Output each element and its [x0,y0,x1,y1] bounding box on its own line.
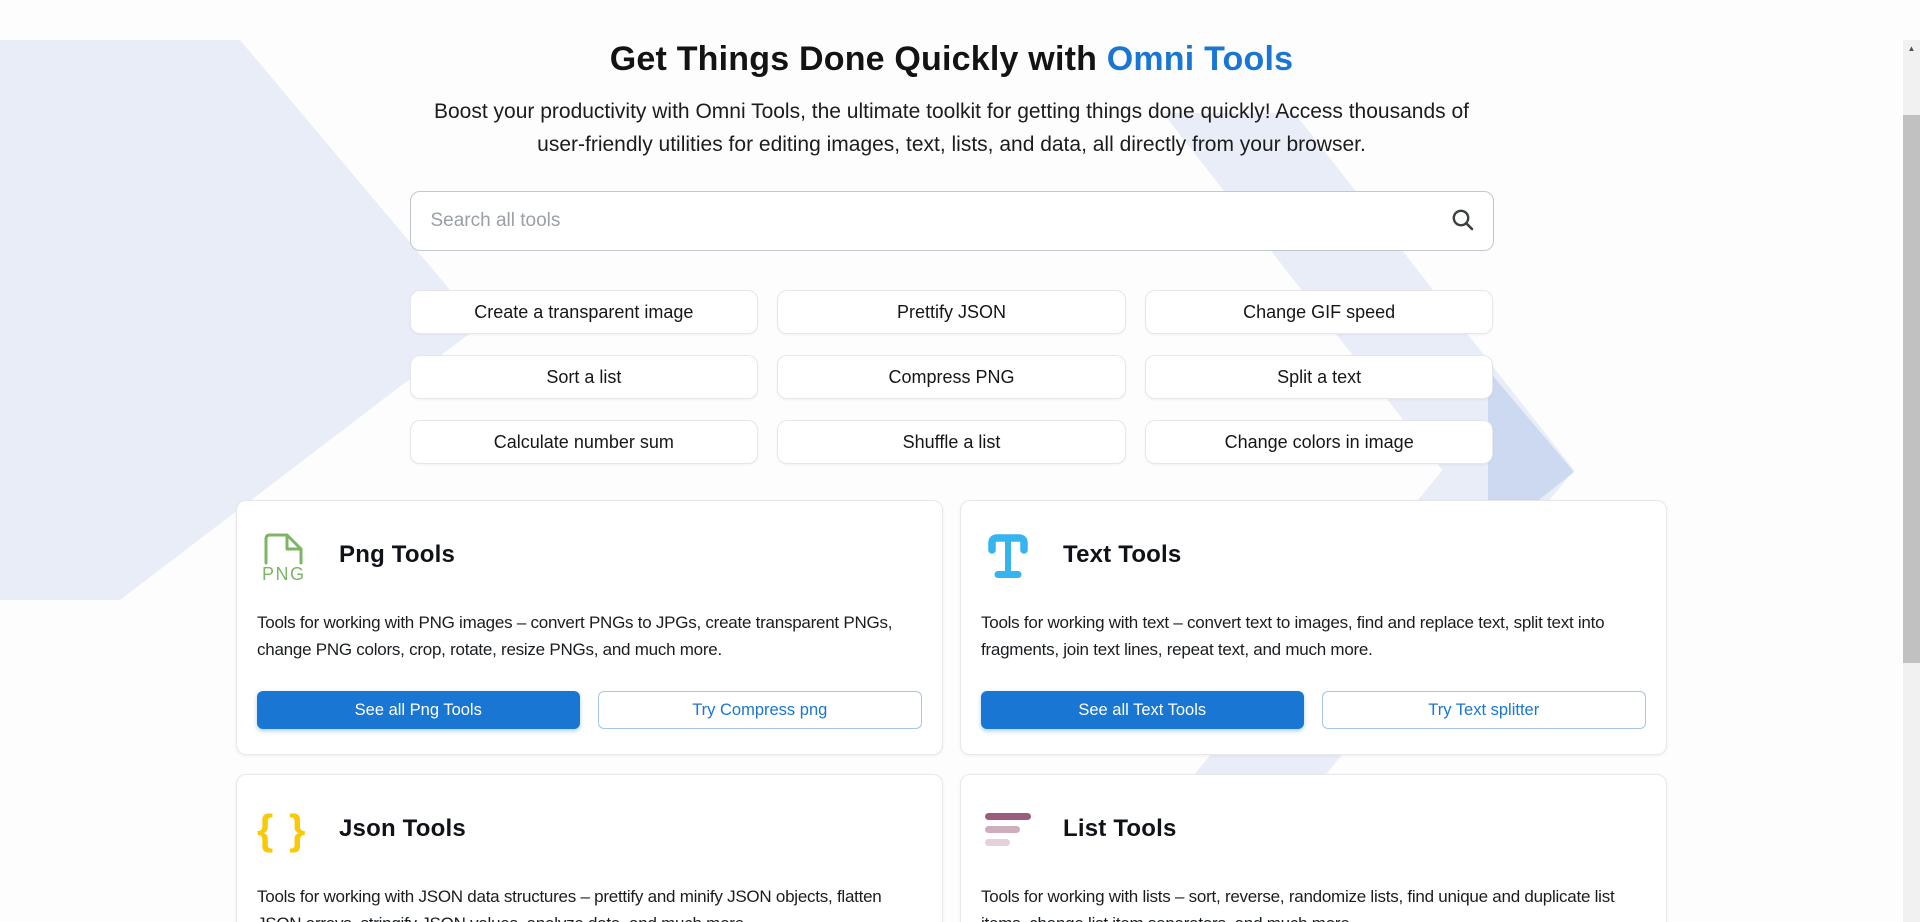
card-actions: See all Text Tools Try Text splitter [981,691,1646,729]
card-description: Tools for working with JSON data structu… [257,883,922,922]
see-all-png-tools-button[interactable]: See all Png Tools [257,691,580,729]
page-title-text: Get Things Done Quickly with [610,40,1107,78]
page-title: Get Things Done Quickly with Omni Tools [0,40,1903,79]
card-description: Tools for working with text – convert te… [981,609,1646,663]
card-actions: See all Png Tools Try Compress png [257,691,922,729]
card-header: PNG Png Tools [257,527,922,583]
quick-actions-grid: Create a transparent image Prettify JSON… [410,290,1494,464]
card-title: List Tools [1063,815,1177,843]
svg-text:}: } [289,806,305,853]
card-json-tools: { } Json Tools Tools for working with JS… [236,774,943,922]
png-file-icon: PNG [257,527,311,583]
card-title: Text Tools [1063,541,1181,569]
card-list-tools: List Tools Tools for working with lists … [960,774,1667,922]
scrollbar[interactable]: ▲ ▼ [1903,40,1920,922]
tool-category-cards: PNG Png Tools Tools for working with PNG… [236,500,1667,922]
brand-link[interactable]: Omni Tools [1107,40,1293,78]
quick-action-split-a-text[interactable]: Split a text [1145,355,1494,399]
card-title: Png Tools [339,541,455,569]
search-button[interactable] [1448,206,1478,236]
quick-action-sort-a-list[interactable]: Sort a list [410,355,759,399]
text-letter-icon [981,527,1035,583]
card-description: Tools for working with lists – sort, rev… [981,883,1646,922]
curly-braces-icon: { } [257,801,311,857]
search-input[interactable] [410,191,1494,251]
try-compress-png-button[interactable]: Try Compress png [598,691,923,729]
card-header: Text Tools [981,527,1646,583]
card-header: { } Json Tools [257,801,922,857]
search-bar [410,191,1494,251]
try-text-splitter-button[interactable]: Try Text splitter [1322,691,1647,729]
svg-text:{: { [257,806,273,853]
list-lines-icon [981,801,1035,857]
card-header: List Tools [981,801,1646,857]
search-icon [1450,207,1476,236]
page-content: Get Things Done Quickly with Omni Tools … [0,40,1903,922]
card-description: Tools for working with PNG images – conv… [257,609,922,663]
scroll-up-button[interactable]: ▲ [1903,40,1920,57]
quick-action-create-transparent-image[interactable]: Create a transparent image [410,290,759,334]
svg-text:PNG: PNG [262,564,306,582]
quick-action-calculate-number-sum[interactable]: Calculate number sum [410,420,759,464]
card-text-tools: Text Tools Tools for working with text –… [960,500,1667,755]
quick-action-compress-png[interactable]: Compress PNG [777,355,1126,399]
see-all-text-tools-button[interactable]: See all Text Tools [981,691,1304,729]
hero-subtitle: Boost your productivity with Omni Tools,… [422,95,1482,161]
scrollbar-thumb[interactable] [1903,115,1920,663]
card-title: Json Tools [339,815,466,843]
quick-action-change-colors-in-image[interactable]: Change colors in image [1145,420,1494,464]
card-png-tools: PNG Png Tools Tools for working with PNG… [236,500,943,755]
quick-action-shuffle-a-list[interactable]: Shuffle a list [777,420,1126,464]
quick-action-change-gif-speed[interactable]: Change GIF speed [1145,290,1494,334]
quick-action-prettify-json[interactable]: Prettify JSON [777,290,1126,334]
